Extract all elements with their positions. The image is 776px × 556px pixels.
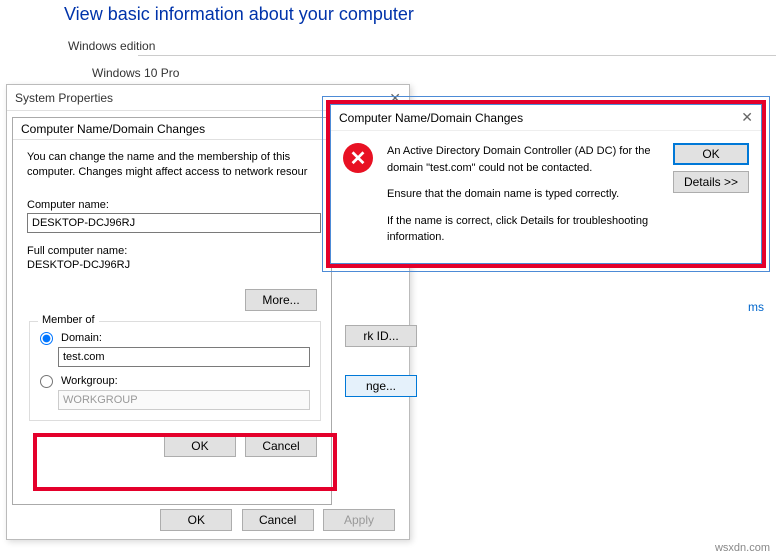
more-button[interactable]: More...	[245, 289, 317, 311]
member-of-group: Member of Domain: Workgroup:	[29, 321, 321, 421]
error-line1: An Active Directory Domain Controller (A…	[387, 143, 653, 176]
error-dialog-highlight: Computer Name/Domain Changes ✕ ✕ An Acti…	[326, 100, 766, 268]
changes-cancel-button[interactable]: Cancel	[245, 435, 317, 457]
sysprops-apply-button[interactable]: Apply	[323, 509, 395, 531]
sysprops-cancel-button[interactable]: Cancel	[242, 509, 314, 531]
full-computer-name-label: Full computer name:	[27, 245, 317, 257]
change-button[interactable]: nge...	[345, 375, 417, 397]
domain-changes-description: You can change the name and the membersh…	[27, 150, 317, 181]
error-ok-button[interactable]: OK	[673, 143, 749, 165]
domain-input[interactable]	[58, 347, 310, 367]
error-dialog: Computer Name/Domain Changes ✕ ✕ An Acti…	[330, 104, 762, 264]
error-line3: If the name is correct, click Details fo…	[387, 213, 653, 246]
member-of-label: Member of	[38, 314, 99, 326]
domain-changes-title: Computer Name/Domain Changes	[13, 118, 331, 140]
workgroup-radio[interactable]	[40, 375, 53, 388]
error-icon: ✕	[343, 143, 373, 173]
error-title: Computer Name/Domain Changes	[339, 111, 523, 125]
edition-heading: Windows edition	[64, 39, 776, 53]
page-title: View basic information about your comput…	[64, 4, 776, 25]
domain-radio[interactable]	[40, 332, 53, 345]
error-line2: Ensure that the domain name is typed cor…	[387, 186, 653, 203]
sysprops-ok-button[interactable]: OK	[160, 509, 232, 531]
system-info-panel: View basic information about your comput…	[0, 0, 776, 80]
right-column: ms	[748, 300, 764, 350]
dialog-title: System Properties	[15, 85, 113, 111]
error-titlebar[interactable]: Computer Name/Domain Changes ✕	[331, 105, 761, 131]
workgroup-radio-label: Workgroup:	[61, 375, 118, 387]
error-details-button[interactable]: Details >>	[673, 171, 749, 193]
edition-value: Windows 10 Pro	[64, 66, 776, 80]
computer-name-input[interactable]	[27, 213, 321, 233]
watermark: wsxdn.com	[715, 542, 770, 554]
computer-name-label: Computer name:	[27, 199, 317, 211]
changes-ok-button[interactable]: OK	[164, 435, 236, 457]
domain-radio-label: Domain:	[61, 332, 102, 344]
workgroup-input	[58, 390, 310, 410]
error-message: An Active Directory Domain Controller (A…	[387, 143, 653, 256]
domain-changes-dialog: Computer Name/Domain Changes You can cha…	[12, 117, 332, 505]
right-link[interactable]: ms	[748, 300, 764, 314]
divider	[138, 55, 776, 56]
close-icon[interactable]: ✕	[741, 109, 753, 126]
full-computer-name-value: DESKTOP-DCJ96RJ	[27, 259, 317, 271]
network-id-button[interactable]: rk ID...	[345, 325, 417, 347]
